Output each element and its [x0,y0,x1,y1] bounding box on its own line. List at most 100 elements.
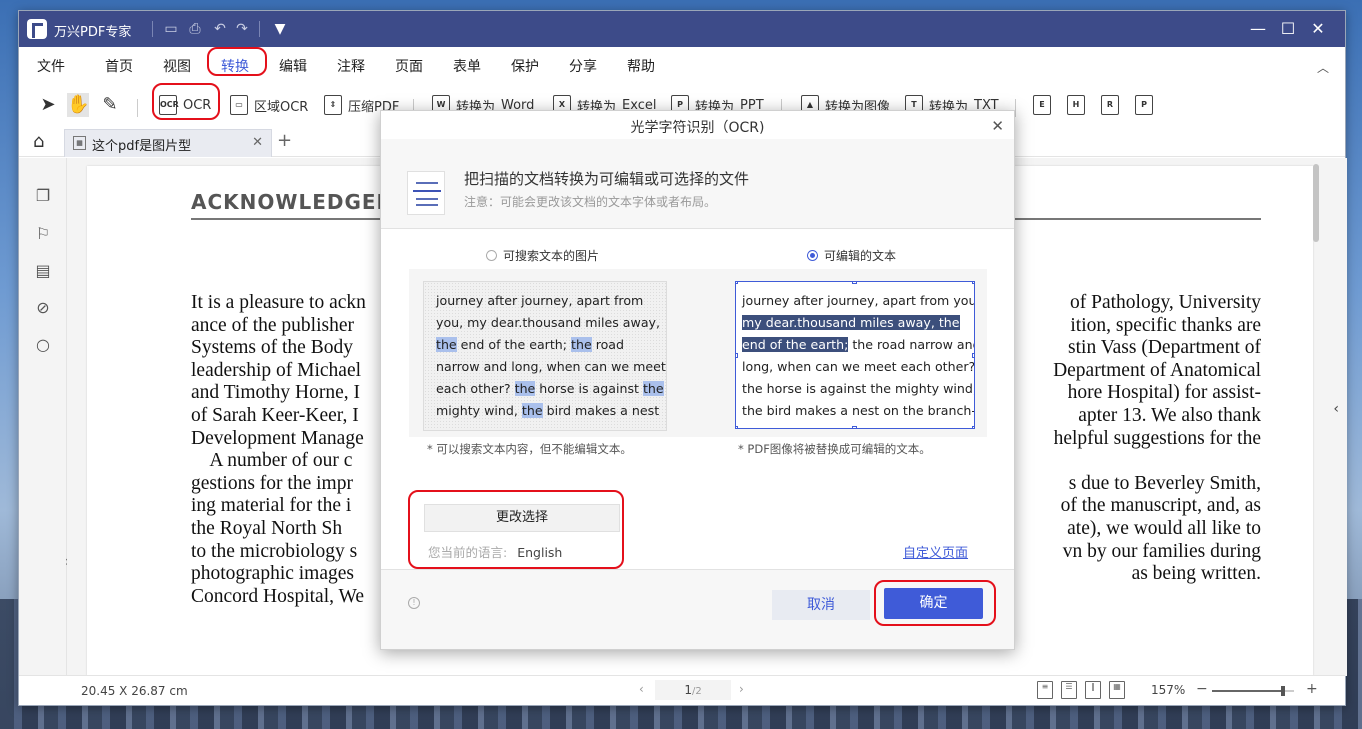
radio-searchable[interactable] [486,250,497,261]
page-heading: ACKNOWLEDGEM [191,190,398,214]
menu-edit[interactable]: 编辑 [279,56,307,76]
hand-tool-icon[interactable]: ✋ [67,93,89,117]
maximize-icon[interactable]: ☐ [1273,17,1303,41]
convert-to-html-button[interactable]: H [1067,93,1085,117]
comment-icon[interactable]: ▤ [33,261,53,281]
close-icon[interactable]: ✕ [1303,17,1333,41]
right-panel-expand-icon[interactable]: ‹ [1333,401,1339,417]
convert-to-rtf-button[interactable]: R [1101,93,1119,117]
current-language: 您当前的语言: English [428,542,562,561]
zoom-level[interactable]: 157% [1151,683,1185,697]
page-number-field[interactable]: 1/2 [655,680,731,700]
zoom-slider-thumb[interactable] [1281,686,1286,696]
continuous-view-icon[interactable]: ☰ [1061,681,1077,699]
preview-searchable-line: the end of the earth; the road [436,334,654,356]
select-cursor-icon[interactable]: ➤ [37,93,59,117]
page-body-left-line: ance of the publisher [191,314,354,336]
page-body-right-line: apter 13. We also thank [1078,404,1261,426]
dialog-close-icon[interactable]: ✕ [991,117,1004,135]
ocr-button[interactable]: OCR OCR [159,93,211,117]
redo-icon[interactable]: ↷ [233,20,251,38]
tab-close-icon[interactable]: ✕ [252,135,263,150]
change-selection-button[interactable]: 更改选择 [424,504,620,532]
cancel-button[interactable]: 取消 [772,590,870,620]
preview-searchable-line: you, my dear.thousand miles away, [436,312,660,334]
menu-view[interactable]: 视图 [163,56,191,76]
zoom-slider-fill [1212,690,1284,692]
search-icon[interactable]: ○ [33,335,53,355]
pdfa-icon: P [1135,95,1153,115]
preview-editable-line: the bird makes a nest on the branch- [742,400,974,422]
edit-tool-icon[interactable]: ✎ [99,93,121,117]
two-page-view-icon[interactable]: ‖ [1085,681,1101,699]
minimize-icon[interactable]: — [1243,17,1273,41]
page-body-left-line: of Sarah Keer-Keer, I [191,404,359,426]
custom-pages-link[interactable]: 自定义页面 [903,542,968,561]
menu-convert[interactable]: 转换 [221,56,249,76]
language-label: 您当前的语言: [428,545,508,560]
text-selection: my dear.thousand miles away, the [742,315,960,330]
convert-to-epub-button[interactable]: E [1033,93,1051,117]
home-icon[interactable]: ⌂ [33,131,44,152]
convert-to-pdfa-button[interactable]: P [1135,93,1153,117]
preview-editable: journey after journey, apart from you, my… [735,281,975,429]
menu-file[interactable]: 文件 [37,56,65,76]
scan-document-icon [407,171,445,215]
menu-share[interactable]: 分享 [569,56,597,76]
menu-form[interactable]: 表单 [453,56,481,76]
preview-text-run: end of the earth; [456,337,572,352]
grid-view-icon[interactable]: ▦ [1109,681,1125,699]
title-separator [152,21,153,37]
menu-page[interactable]: 页面 [395,56,423,76]
thumbnails-icon[interactable]: ❐ [33,186,53,206]
preview-text-run: bird makes a nest [542,403,660,418]
preview-text-run: narrow and long, when can we meet [436,359,666,374]
preview-text-run: mighty wind, [436,403,522,418]
option-searchable-image[interactable]: 可搜索文本的图片 [486,247,599,264]
option-editable-text[interactable]: 可编辑的文本 [807,247,896,264]
menu-home[interactable]: 首页 [105,56,133,76]
language-value[interactable]: English [517,545,562,560]
new-tab-icon[interactable]: + [277,130,292,151]
pdf-file-icon: ▦ [73,136,86,150]
page-body-right-line: ate), we would all like to [1067,517,1261,539]
bookmark-icon[interactable]: ⚐ [33,224,53,244]
single-page-view-icon[interactable]: ≡ [1037,681,1053,699]
html-icon: H [1067,95,1085,115]
menu-help[interactable]: 帮助 [627,56,655,76]
customize-dropdown-icon[interactable]: ▼ [271,20,289,38]
preview-text-run: the bird makes a nest on the branch- [742,403,975,418]
title-bar: 万兴PDF专家 ▭ ⎙ ↶ ↷ ▼ — ☐ ✕ [19,11,1345,47]
collapse-ribbon-icon[interactable]: ︿ [1317,59,1329,76]
page-body-left-line: the Royal North Sh [191,517,343,539]
next-page-icon[interactable]: › [739,682,744,696]
page-body-left-line: gestions for the impr [191,472,353,494]
preview-editable-line: long, when can we meet each other? [742,356,974,378]
preview-text-run: road [591,337,625,352]
preview-area: journey after journey, apart from you, my… [409,269,987,437]
page-body-left-line: It is a pleasure to ackn [191,292,366,313]
preview-editable-line: end of the earth; the road narrow and [742,334,974,356]
attachment-icon[interactable]: ⊘ [33,298,53,318]
page-body-left-line: Development Manage [191,427,364,449]
save-icon[interactable]: ▭ [162,20,180,38]
zoom-slider[interactable] [1212,686,1294,696]
page-body-left-line: and Timothy Horne, I [191,382,361,404]
area-ocr-label: 区域OCR [254,99,309,115]
prev-page-icon[interactable]: ‹ [639,682,644,696]
title-separator-2 [259,21,260,37]
undo-icon[interactable]: ↶ [211,20,229,38]
info-icon[interactable]: ! [408,597,420,609]
print-icon[interactable]: ⎙ [186,20,204,38]
area-ocr-button[interactable]: ▭ 区域OCR [230,93,308,117]
zoom-in-icon[interactable]: + [1306,681,1318,697]
vertical-scrollbar[interactable] [1313,164,1319,242]
radio-editable[interactable] [807,250,818,261]
menu-comment[interactable]: 注释 [337,56,365,76]
preview-text-run: the horse is against the mighty wind, [742,381,975,396]
zoom-out-icon[interactable]: − [1196,681,1208,697]
menu-protect[interactable]: 保护 [511,56,539,76]
document-tab[interactable]: ▦ 这个pdf是图片型 ✕ [64,129,272,157]
confirm-button[interactable]: 确定 [884,588,983,619]
page-body-right-line: of Pathology, University [1069,292,1261,313]
